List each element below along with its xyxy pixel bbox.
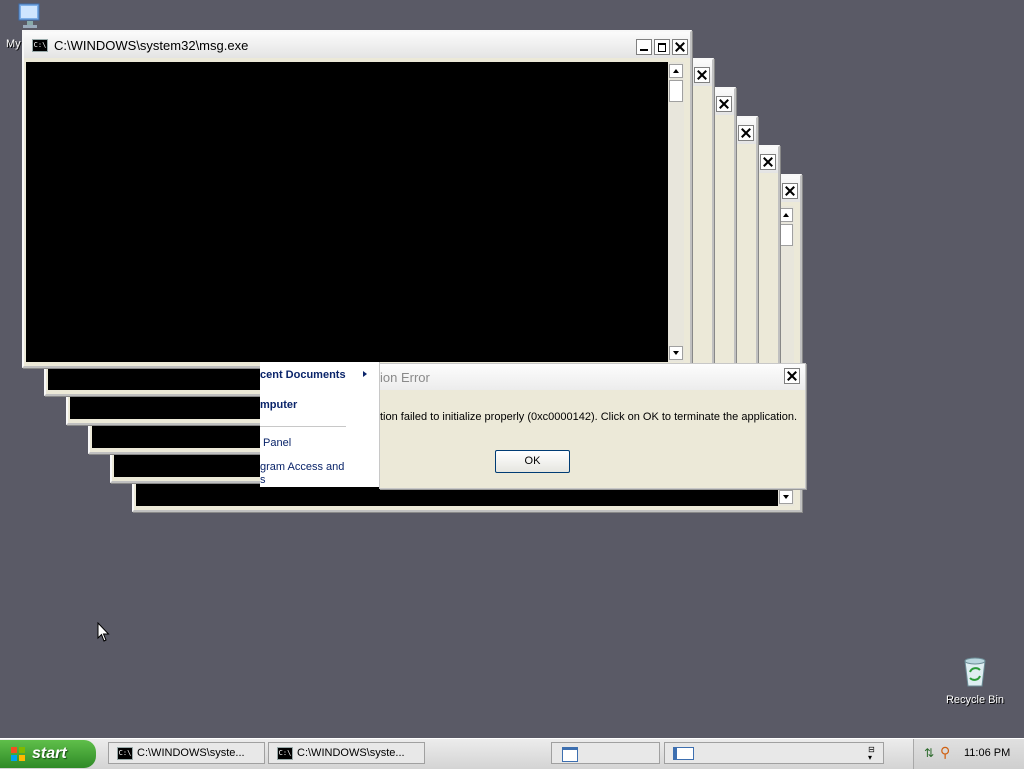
ok-button[interactable]: OK	[495, 450, 570, 473]
scroll-up-arrow[interactable]	[669, 64, 683, 78]
scroll-down-arrow[interactable]	[779, 490, 793, 504]
task-label: C:\WINDOWS\syste...	[137, 747, 245, 759]
menu-item-program-access[interactable]: gram Access and	[260, 461, 344, 473]
scroll-up-arrow[interactable]	[779, 208, 793, 222]
mouse-cursor-icon	[97, 622, 110, 642]
title-bar[interactable]: C:\ C:\WINDOWS\system32\msg.exe	[24, 32, 690, 58]
command-prompt-icon: C:\	[32, 39, 48, 52]
start-label: start	[32, 745, 67, 762]
taskbar-button-group[interactable]: ⊟ ▾	[664, 742, 884, 764]
system-tray: ⇅ ⚲ 11:06 PM	[913, 739, 1024, 769]
submenu-arrow-icon	[363, 371, 367, 377]
menu-item-label: mputer	[260, 399, 298, 411]
menu-item-program-access-line2[interactable]: s	[260, 474, 266, 486]
vertical-scrollbar[interactable]	[668, 62, 684, 362]
taskbar-button-window[interactable]	[551, 742, 660, 764]
command-prompt-icon: C:\	[117, 747, 133, 760]
menu-separator	[260, 426, 346, 427]
clock[interactable]: 11:06 PM	[964, 747, 1010, 759]
recycle-bin-icon	[964, 657, 986, 687]
maximize-button[interactable]	[654, 39, 670, 55]
scroll-thumb[interactable]	[669, 80, 683, 102]
search-icon[interactable]: ⚲	[940, 744, 950, 761]
window-icon	[562, 747, 578, 762]
menu-item-label: s	[260, 474, 266, 486]
console-window-main[interactable]: C:\ C:\WINDOWS\system32\msg.exe	[22, 30, 692, 368]
close-button[interactable]	[694, 67, 710, 83]
computer-icon	[18, 3, 40, 28]
close-button[interactable]	[760, 154, 776, 170]
start-button[interactable]: start	[0, 740, 96, 768]
menu-item-label: gram Access and	[260, 461, 345, 473]
recycle-bin-desktop-icon[interactable]: Recycle Bin	[940, 655, 1010, 706]
menu-item-recent-documents[interactable]: cent Documents	[260, 369, 367, 381]
window-title: C:\WINDOWS\system32\msg.exe	[54, 38, 249, 53]
windows-logo-icon	[11, 747, 25, 761]
start-menu-fragment: cent Documents mputer Panel gram Access …	[260, 362, 380, 487]
close-button[interactable]	[782, 183, 798, 199]
close-button[interactable]	[784, 368, 800, 384]
application-error-dialog[interactable]: ion Error tion failed to initialize prop…	[379, 363, 806, 489]
recycle-bin-label: Recycle Bin	[945, 694, 1005, 706]
close-button[interactable]	[716, 96, 732, 112]
close-button[interactable]	[738, 125, 754, 141]
menu-item-label: cent Documents	[260, 369, 346, 381]
network-icon[interactable]: ⇅	[924, 746, 934, 760]
taskbar-button-console-2[interactable]: C:\ C:\WINDOWS\syste...	[268, 742, 425, 764]
menu-item-control-panel[interactable]: Panel	[263, 437, 291, 449]
taskbar-button-console-1[interactable]: C:\ C:\WINDOWS\syste...	[108, 742, 265, 764]
dialog-title: ion Error	[380, 370, 430, 385]
scroll-down-arrow[interactable]	[669, 346, 683, 360]
scroll-thumb[interactable]	[779, 224, 793, 246]
dialog-title-bar[interactable]: ion Error	[380, 364, 805, 390]
error-message: tion failed to initialize properly (0xc0…	[380, 411, 798, 423]
minimize-button[interactable]	[636, 39, 652, 55]
console-output	[26, 62, 668, 362]
group-count-icon: ⊟ ▾	[868, 745, 875, 762]
window-icon	[673, 747, 694, 760]
menu-item-my-computer[interactable]: mputer	[260, 399, 297, 411]
my-computer-label: My	[6, 38, 21, 50]
taskbar: start C:\ C:\WINDOWS\syste... C:\ C:\WIN…	[0, 738, 1024, 769]
command-prompt-icon: C:\	[277, 747, 293, 760]
menu-item-label: Panel	[263, 437, 292, 449]
close-button[interactable]	[672, 39, 688, 55]
task-label: C:\WINDOWS\syste...	[297, 747, 405, 759]
